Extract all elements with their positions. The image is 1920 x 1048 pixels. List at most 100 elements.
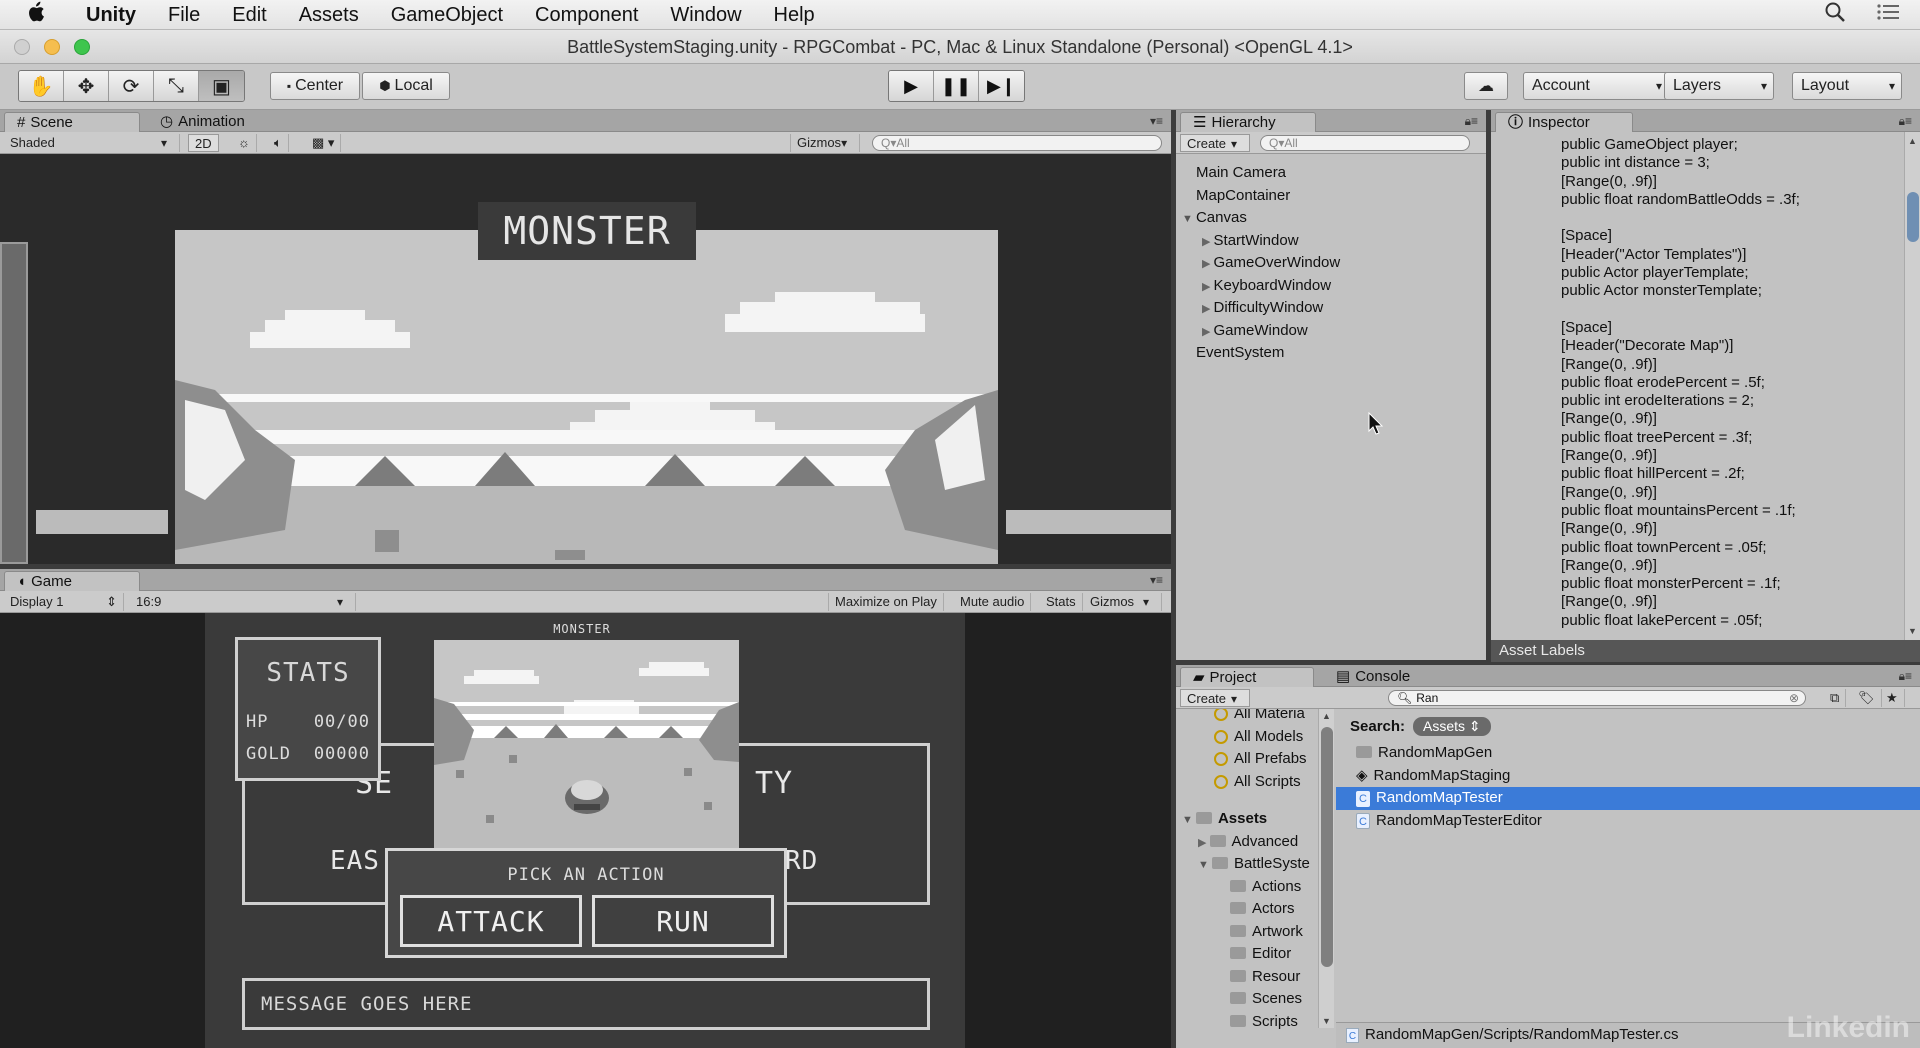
hierarchy-item-game-window[interactable]: ▶ GameWindow (1196, 320, 1340, 343)
scene-search-input[interactable]: Q▾All (872, 135, 1162, 151)
tab-animation[interactable]: ◷ Animation (148, 112, 257, 132)
scale-tool-icon[interactable]: ⤡ (154, 71, 199, 101)
folder-advanced[interactable]: ▶ Advanced (1182, 831, 1310, 854)
collapsed-arrow-icon[interactable]: ▶ (1202, 236, 1214, 248)
filter-by-type-icon[interactable]: ⧉ (1824, 689, 1847, 707)
minimize-window-button[interactable] (44, 39, 60, 55)
run-button[interactable]: RUN (592, 895, 774, 947)
favorite-all-materials[interactable]: All Materia (1214, 709, 1307, 726)
favorite-all-prefabs[interactable]: All Prefabs (1214, 748, 1307, 771)
stats-toggle[interactable]: Stats (1040, 593, 1083, 611)
game-viewport[interactable]: SE TY EAS RD STATS HP 00/00 GOLD 00000 MON… (205, 613, 965, 1048)
expanded-arrow-icon[interactable]: ▼ (1198, 859, 1212, 871)
menu-assets[interactable]: Assets (283, 0, 375, 30)
game-panel-menu-icon[interactable]: ▾≡ (1150, 573, 1163, 587)
scene-viewport[interactable]: MONSTER (0, 154, 1171, 564)
collapsed-arrow-icon[interactable]: ▶ (1202, 303, 1214, 315)
favorite-all-scripts[interactable]: All Scripts (1214, 771, 1307, 794)
collapsed-arrow-icon[interactable]: ▶ (1202, 326, 1214, 338)
hierarchy-item-keyboard-window[interactable]: ▶ KeyboardWindow (1196, 275, 1340, 298)
hierarchy-item-main-camera[interactable]: Main Camera (1196, 162, 1340, 185)
scene-effects-icon[interactable]: ▩ ▾ (306, 134, 342, 152)
search-scope-assets-pill[interactable]: Assets ⇕ (1413, 717, 1491, 736)
clear-search-icon[interactable]: ⊗ (1789, 691, 1799, 705)
hierarchy-item-start-window[interactable]: ▶ StartWindow (1196, 230, 1340, 253)
folder-editor[interactable]: Editor (1182, 943, 1310, 966)
tab-console[interactable]: ▤ Console (1324, 667, 1422, 687)
menu-window[interactable]: Window (654, 0, 757, 30)
menu-gameobject[interactable]: GameObject (375, 0, 519, 30)
menu-edit[interactable]: Edit (216, 0, 282, 30)
scene-gizmos-dropdown[interactable]: Gizmos (790, 134, 860, 152)
folder-scenes[interactable]: Scenes (1182, 988, 1310, 1011)
inspector-scroll-thumb[interactable] (1907, 192, 1919, 242)
scroll-up-icon[interactable]: ▲ (1908, 136, 1917, 146)
folder-artwork[interactable]: Artwork (1182, 921, 1310, 944)
filter-by-label-icon[interactable]: 🏷︎ (1852, 689, 1882, 707)
account-dropdown[interactable]: Account (1523, 72, 1669, 100)
tab-hierarchy[interactable]: ☰ Hierarchy (1180, 112, 1316, 132)
game-gizmos-dropdown[interactable]: Gizmos (1084, 593, 1162, 611)
folder-tree-scroll-thumb[interactable] (1321, 727, 1333, 967)
expanded-arrow-icon[interactable]: ▼ (1182, 814, 1196, 826)
project-search-input[interactable]: 🔍︎ Ran ⊗ (1388, 690, 1806, 706)
favorite-star-icon[interactable]: ★ (1880, 689, 1905, 707)
folder-actors[interactable]: Actors (1182, 898, 1310, 921)
folder-scripts[interactable]: Scripts (1182, 1011, 1310, 1034)
project-lock-icon[interactable]: 🔒︎≡ (1899, 669, 1912, 684)
folder-tree-scrollbar[interactable]: ▲ ▼ (1318, 709, 1334, 1028)
zoom-window-button[interactable] (74, 39, 90, 55)
play-icon[interactable]: ▶ (889, 71, 934, 101)
result-randommaptestereditor[interactable]: C RandomMapTesterEditor (1336, 810, 1920, 833)
pause-icon[interactable]: ❚❚ (934, 71, 979, 101)
project-create-dropdown[interactable]: Create (1180, 689, 1250, 707)
hierarchy-item-gameover-window[interactable]: ▶ GameOverWindow (1196, 252, 1340, 275)
menu-help[interactable]: Help (758, 0, 831, 30)
menu-file[interactable]: File (152, 0, 216, 30)
aspect-dropdown[interactable]: 16:9 (130, 593, 356, 611)
result-randommaptester[interactable]: C RandomMapTester (1336, 787, 1920, 810)
rotate-tool-icon[interactable]: ⟳ (109, 71, 154, 101)
hierarchy-create-dropdown[interactable]: Create (1180, 134, 1250, 152)
scene-audio-icon[interactable]: 🔈︎ (268, 134, 289, 152)
hierarchy-lock-icon[interactable]: 🔒︎≡ (1465, 114, 1478, 129)
apple-menu-icon[interactable] (0, 1, 70, 29)
attack-button[interactable]: ATTACK (400, 895, 582, 947)
collapsed-arrow-icon[interactable]: ▶ (1198, 837, 1210, 849)
difficulty-hard-label[interactable]: RD (785, 846, 818, 876)
hierarchy-search-input[interactable]: Q▾All (1260, 135, 1470, 151)
toggle-2d-button[interactable]: 2D (188, 134, 219, 152)
scene-lighting-icon[interactable]: ☼ (232, 134, 257, 152)
menu-component[interactable]: Component (519, 0, 654, 30)
hierarchy-item-event-system[interactable]: EventSystem (1196, 342, 1340, 365)
result-randommapstaging[interactable]: ◈ RandomMapStaging (1336, 765, 1920, 788)
asset-labels-bar[interactable]: Asset Labels (1491, 640, 1920, 662)
hierarchy-item-map-container[interactable]: MapContainer (1196, 185, 1340, 208)
tab-project[interactable]: ▰ Project (1180, 667, 1314, 687)
hierarchy-item-difficulty-window[interactable]: ▶ DifficultyWindow (1196, 297, 1340, 320)
close-window-button[interactable] (14, 39, 30, 55)
display-dropdown[interactable]: Display 1 ⇕ (4, 593, 124, 611)
scroll-down-icon[interactable]: ▼ (1322, 1016, 1331, 1026)
rect-tool-icon[interactable]: ▣ (199, 71, 244, 101)
inspector-lock-icon[interactable]: 🔒︎≡ (1899, 114, 1912, 129)
collapsed-arrow-icon[interactable]: ▶ (1202, 281, 1214, 293)
layout-dropdown[interactable]: Layout (1792, 72, 1902, 100)
folder-assets[interactable]: ▼ Assets (1182, 808, 1310, 831)
difficulty-easy-label[interactable]: EAS (330, 846, 380, 876)
shading-mode-dropdown[interactable]: Shaded (4, 134, 180, 152)
collapsed-arrow-icon[interactable]: ▶ (1202, 258, 1214, 270)
menu-app-unity[interactable]: Unity (70, 0, 152, 30)
expanded-arrow-icon[interactable]: ▼ (1182, 213, 1196, 225)
panel-menu-icon[interactable]: ▾≡ (1150, 114, 1163, 128)
folder-resources[interactable]: Resour (1182, 966, 1310, 989)
mute-audio-toggle[interactable]: Mute audio (954, 593, 1032, 611)
layers-dropdown[interactable]: Layers (1664, 72, 1774, 100)
spotlight-search-icon[interactable] (1824, 1, 1846, 29)
maximize-on-play-toggle[interactable]: Maximize on Play (828, 593, 944, 611)
step-icon[interactable]: ▶❙ (979, 71, 1024, 101)
move-tool-icon[interactable]: ✥ (64, 71, 109, 101)
result-randommapgen[interactable]: RandomMapGen (1336, 742, 1920, 765)
tab-inspector[interactable]: ⓘ Inspector (1495, 112, 1633, 132)
tab-game[interactable]: ◖ Game (4, 571, 140, 591)
